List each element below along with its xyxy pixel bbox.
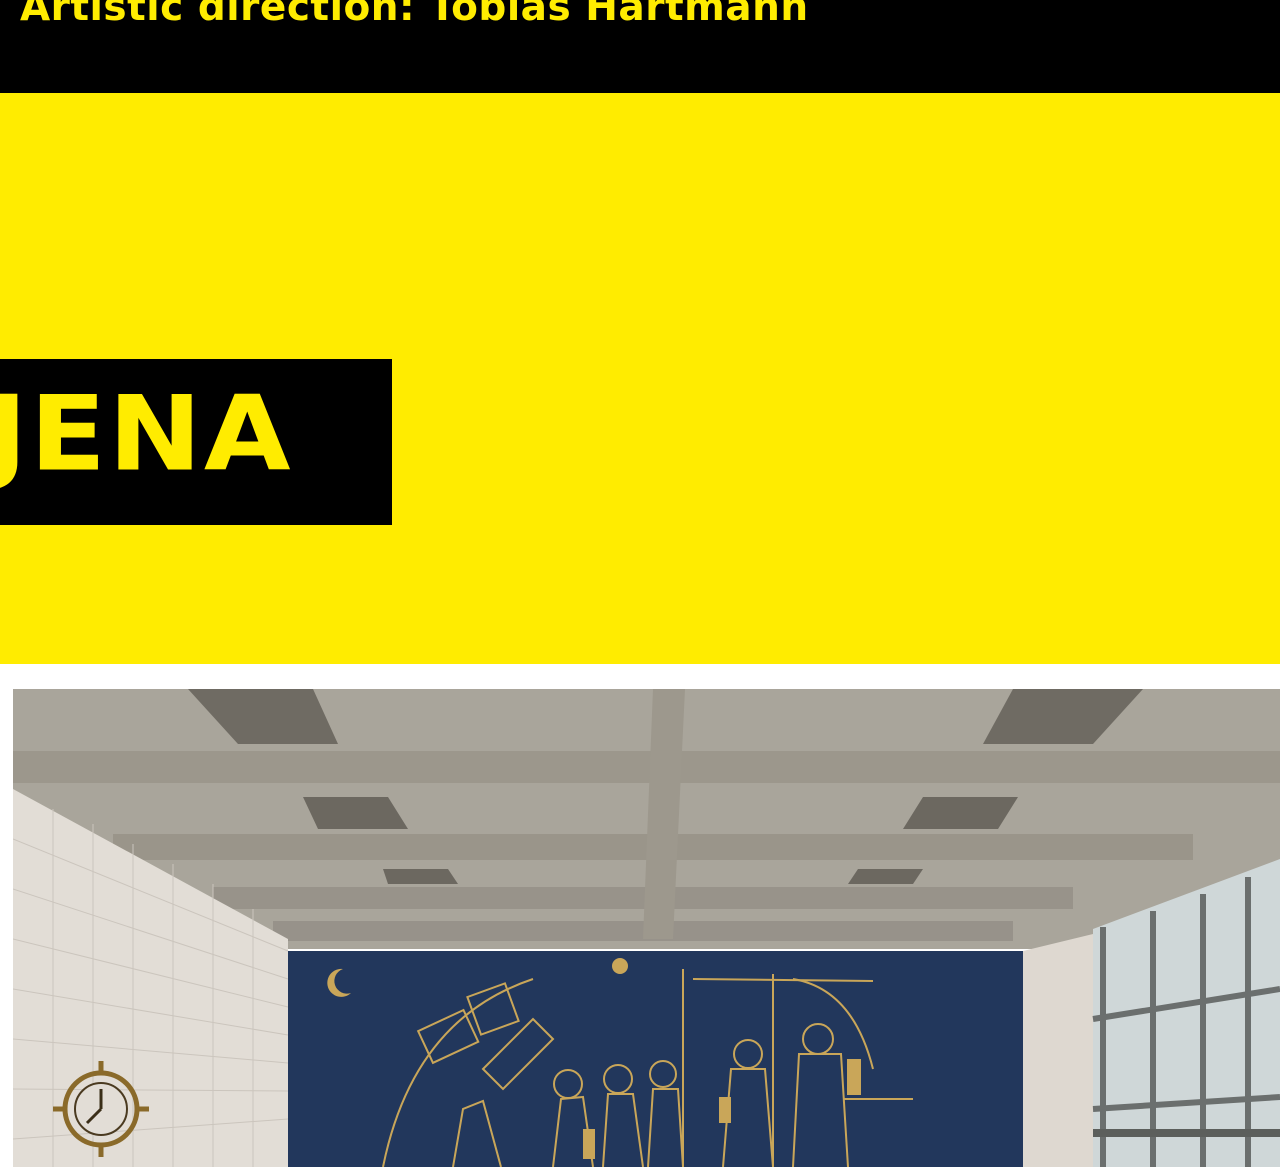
hall-photo bbox=[13, 689, 1280, 1167]
blue-mural-wall bbox=[288, 951, 1023, 1167]
window-sill bbox=[1093, 1129, 1280, 1137]
event-title: JENA bbox=[0, 374, 293, 495]
hero-banner: JENA bbox=[0, 93, 1280, 664]
ceiling-vent bbox=[848, 869, 923, 884]
ceiling-vent bbox=[383, 869, 458, 884]
ceiling-beam bbox=[213, 887, 1073, 909]
ceiling-vent bbox=[903, 797, 1018, 829]
page: Artistic direction: Tobias Hartmann JENA bbox=[0, 0, 1280, 1167]
title-box: JENA bbox=[0, 359, 392, 525]
mural-hall-image bbox=[13, 689, 1280, 1167]
header-band: Artistic direction: Tobias Hartmann bbox=[0, 0, 1280, 93]
ceiling-beam bbox=[13, 751, 1280, 783]
right-tiled-wall bbox=[1023, 934, 1093, 1167]
ceiling-beam bbox=[273, 921, 1013, 941]
artistic-direction-credit: Artistic direction: Tobias Hartmann bbox=[20, 0, 809, 30]
